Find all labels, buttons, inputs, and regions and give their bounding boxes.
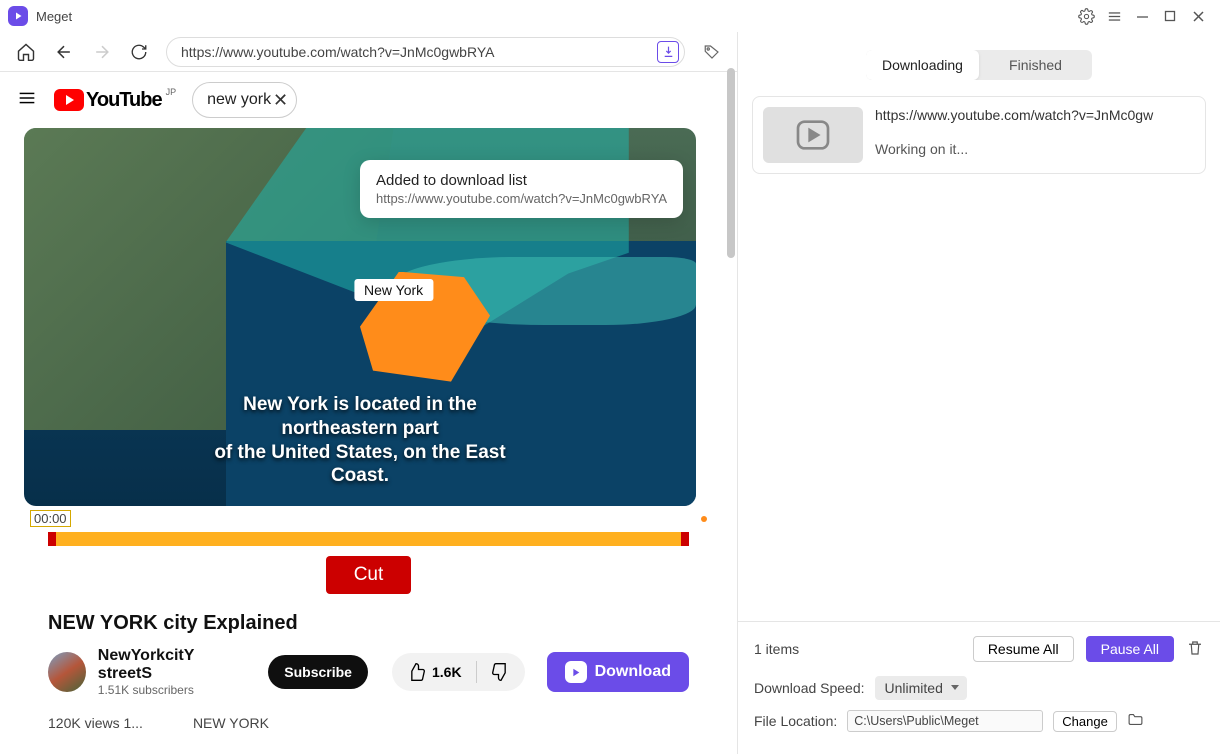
tab-finished[interactable]: Finished bbox=[979, 50, 1092, 80]
titlebar: Meget bbox=[0, 0, 1220, 32]
speed-select[interactable]: Unlimited bbox=[875, 676, 967, 700]
dislike-button[interactable] bbox=[477, 662, 525, 682]
timeline-end-marker bbox=[701, 516, 707, 522]
time-start[interactable]: 00:00 bbox=[30, 510, 71, 527]
video-meta: NewYorkcitY streetS 1.51K subscribers Su… bbox=[48, 647, 689, 697]
home-icon[interactable] bbox=[16, 42, 36, 62]
clear-search-icon[interactable]: ✕ bbox=[273, 90, 288, 111]
search-value: new york bbox=[207, 91, 271, 109]
app-logo bbox=[8, 6, 28, 26]
toast-title: Added to download list bbox=[376, 172, 667, 189]
close-button[interactable] bbox=[1184, 2, 1212, 30]
toast-url: https://www.youtube.com/watch?v=JnMc0gwb… bbox=[376, 191, 667, 206]
youtube-play-icon bbox=[54, 89, 84, 111]
tab-downloading[interactable]: Downloading bbox=[866, 50, 979, 80]
url-text: https://www.youtube.com/watch?v=JnMc0gwb… bbox=[181, 44, 494, 60]
url-bar[interactable]: https://www.youtube.com/watch?v=JnMc0gwb… bbox=[166, 37, 685, 67]
caption: New York is located in the northeastern … bbox=[192, 393, 528, 488]
subscribe-button[interactable]: Subscribe bbox=[268, 655, 368, 689]
timeline[interactable] bbox=[48, 532, 689, 546]
cut-button[interactable]: Cut bbox=[326, 556, 412, 594]
speed-label: Download Speed: bbox=[754, 680, 865, 696]
pause-all-button[interactable]: Pause All bbox=[1086, 636, 1174, 662]
like-group: 1.6K bbox=[392, 653, 525, 691]
browser-pane: https://www.youtube.com/watch?v=JnMc0gwb… bbox=[0, 32, 738, 754]
channel-subs: 1.51K subscribers bbox=[98, 683, 244, 697]
search-input[interactable]: new york ✕ bbox=[192, 82, 297, 118]
channel-avatar[interactable] bbox=[48, 652, 86, 692]
youtube-region: JP bbox=[166, 87, 177, 97]
download-list: https://www.youtube.com/watch?v=JnMc0gw … bbox=[738, 80, 1220, 621]
menu-icon[interactable] bbox=[1100, 2, 1128, 30]
trash-icon[interactable] bbox=[1186, 639, 1204, 660]
like-count: 1.6K bbox=[432, 664, 462, 680]
views-row: 120K views 1... NEW YORK bbox=[48, 715, 689, 731]
paste-download-icon[interactable] bbox=[657, 41, 679, 63]
location-input[interactable]: C:\Users\Public\Meget bbox=[847, 710, 1043, 732]
change-location-button[interactable]: Change bbox=[1053, 711, 1117, 732]
download-footer: 1 items Resume All Pause All Download Sp… bbox=[738, 621, 1220, 754]
forward-icon[interactable] bbox=[92, 42, 112, 62]
settings-icon[interactable] bbox=[1072, 2, 1100, 30]
download-thumb bbox=[763, 107, 863, 163]
youtube-brand: YouTube bbox=[86, 89, 162, 112]
map-label: New York bbox=[354, 279, 433, 301]
hashtag-text: NEW YORK bbox=[193, 715, 269, 731]
items-count: 1 items bbox=[754, 641, 961, 657]
download-item[interactable]: https://www.youtube.com/watch?v=JnMc0gw … bbox=[752, 96, 1206, 174]
youtube-logo[interactable]: YouTube JP bbox=[54, 89, 176, 112]
maximize-button[interactable] bbox=[1156, 2, 1184, 30]
reload-icon[interactable] bbox=[130, 43, 148, 61]
like-button[interactable]: 1.6K bbox=[392, 662, 476, 682]
download-button[interactable]: Download bbox=[547, 652, 689, 692]
download-toast: Added to download list https://www.youtu… bbox=[360, 160, 683, 218]
location-label: File Location: bbox=[754, 713, 837, 729]
youtube-page: YouTube JP new york ✕ Added to download … bbox=[0, 72, 737, 754]
video-title: NEW YORK city Explained bbox=[48, 612, 689, 635]
download-panel: Downloading Finished https://www.youtube… bbox=[738, 32, 1220, 754]
minimize-button[interactable] bbox=[1128, 2, 1156, 30]
resume-all-button[interactable]: Resume All bbox=[973, 636, 1074, 662]
open-folder-icon[interactable] bbox=[1127, 711, 1144, 731]
app-title: Meget bbox=[36, 9, 72, 24]
tabs: Downloading Finished bbox=[866, 50, 1092, 80]
download-item-url: https://www.youtube.com/watch?v=JnMc0gw bbox=[875, 107, 1195, 123]
youtube-header: YouTube JP new york ✕ bbox=[0, 72, 737, 128]
burger-icon[interactable] bbox=[16, 87, 38, 114]
tag-icon[interactable] bbox=[703, 43, 721, 61]
channel-name[interactable]: NewYorkcitY streetS bbox=[98, 647, 244, 683]
views-text: 120K views 1... bbox=[48, 715, 143, 731]
download-item-status: Working on it... bbox=[875, 141, 1195, 157]
browser-toolbar: https://www.youtube.com/watch?v=JnMc0gwb… bbox=[0, 32, 737, 72]
back-icon[interactable] bbox=[54, 42, 74, 62]
download-logo-icon bbox=[565, 661, 587, 683]
